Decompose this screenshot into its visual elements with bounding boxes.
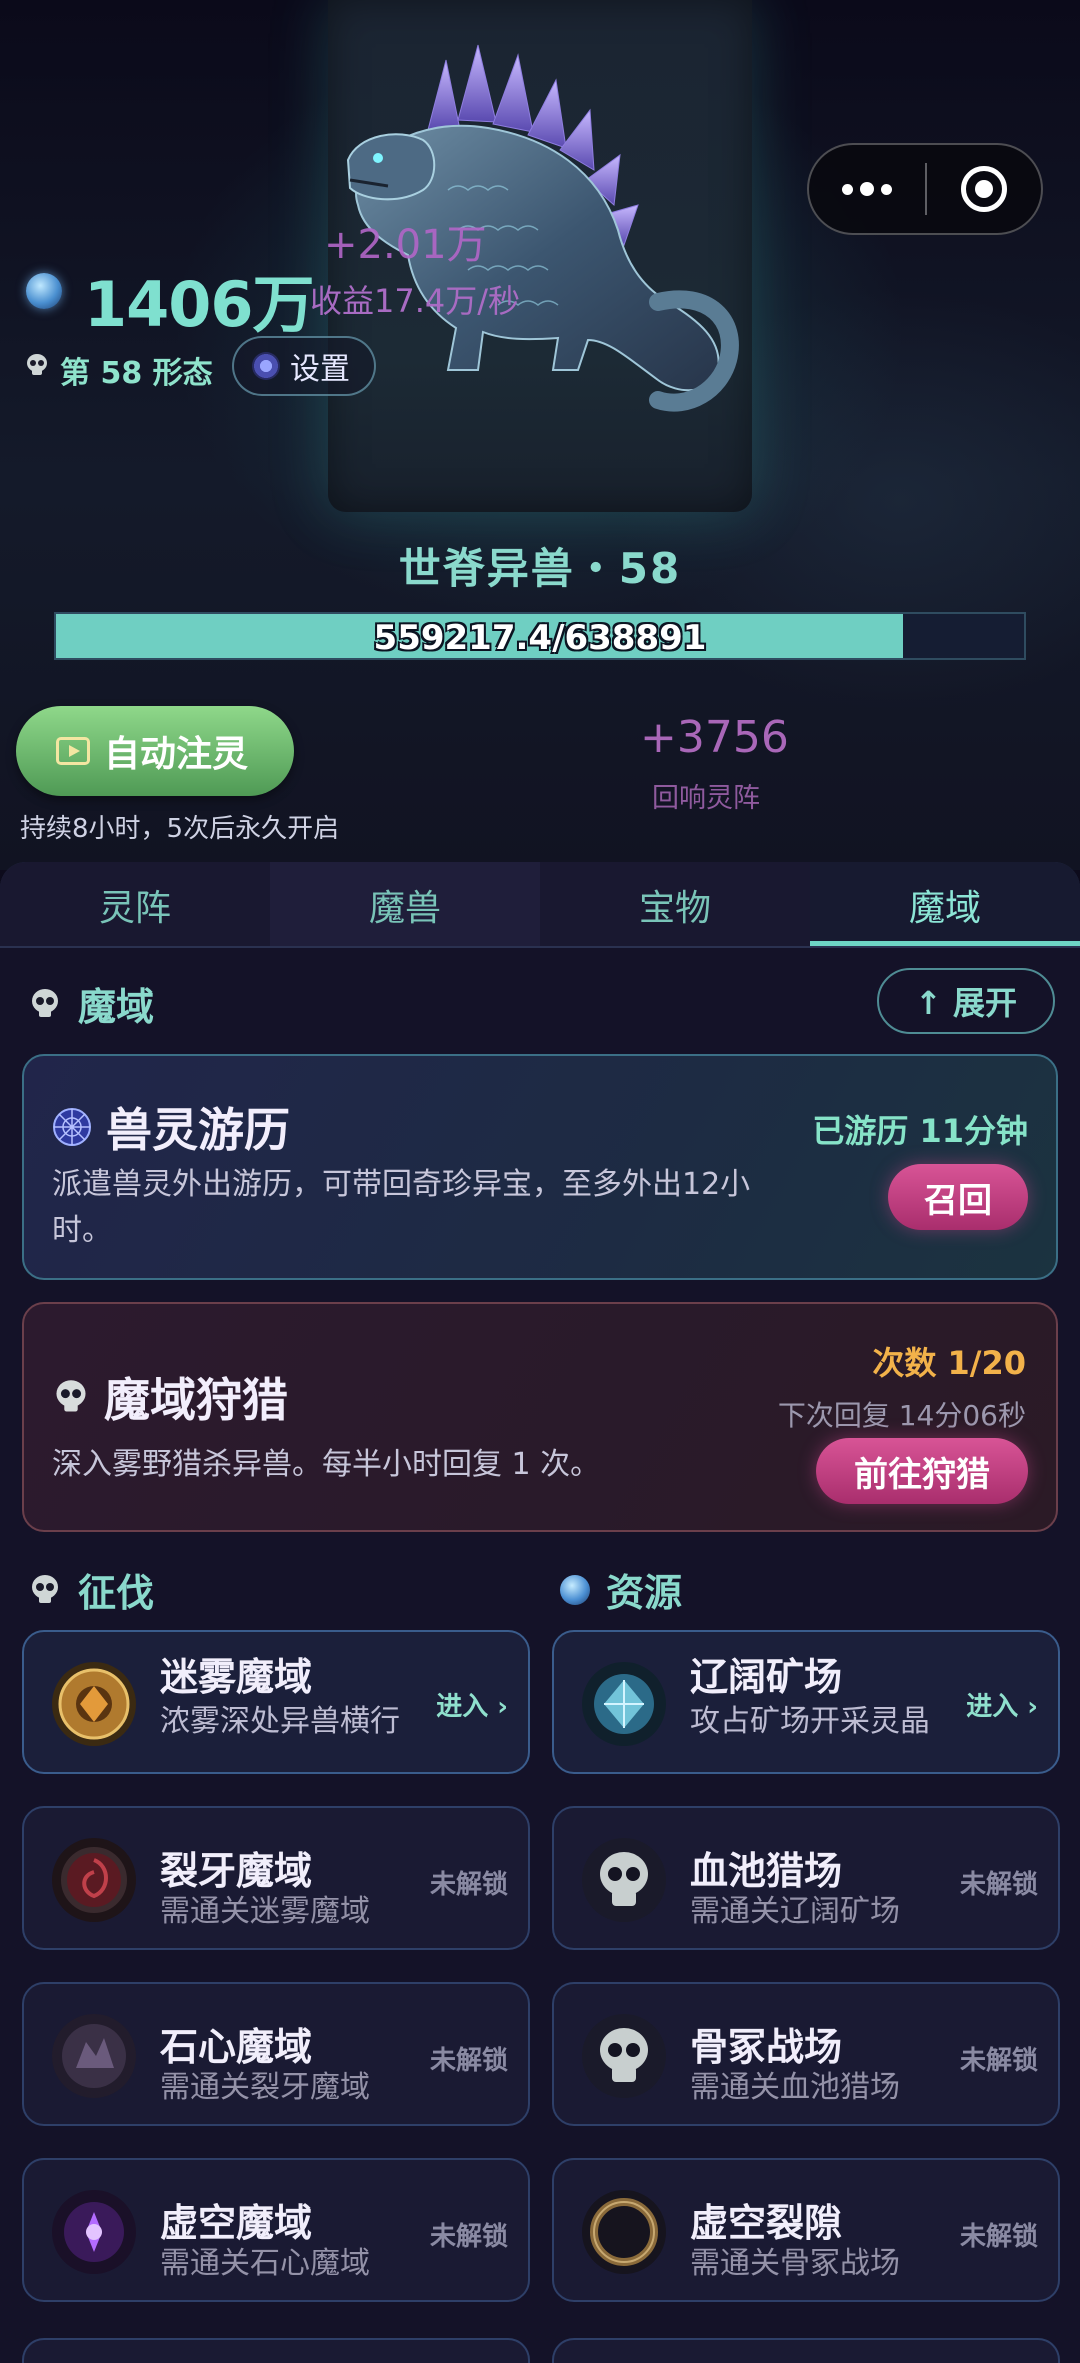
settings-gear-icon <box>252 352 280 380</box>
skull-icon <box>32 1574 58 1603</box>
crystal-mine-icon <box>582 1662 666 1746</box>
mini-program-capsule <box>807 143 1043 235</box>
realm-description: 需通关石心魔域 <box>160 2246 370 2281</box>
coin-amount: 1406万 <box>84 268 315 341</box>
resource-enter-link[interactable]: 进入 › <box>966 1686 1038 1723</box>
auto-infuse-button[interactable]: 自动注灵 <box>16 706 294 796</box>
section-title: 魔域 <box>78 985 155 1029</box>
travel-title-row: 兽灵游历 <box>52 1094 290 1160</box>
realm-card-stone[interactable]: 石心魔域 需通关裂牙魔域 未解锁 <box>22 1982 530 2126</box>
realm-description: 需通关骨冢战场 <box>690 2246 900 2281</box>
realm-name: 血池猎场 <box>690 1849 843 1893</box>
expand-button[interactable]: ↑ 展开 <box>877 968 1055 1034</box>
realm-card-peek <box>22 2338 530 2363</box>
target-icon <box>960 166 1007 212</box>
realm-locked-label: 未解锁 <box>429 2046 508 2076</box>
hunt-count: 次数 1/20 <box>872 1344 1026 1382</box>
realm-card-fang[interactable]: 裂牙魔域 需通关迷雾魔域 未解锁 <box>22 1806 530 1950</box>
travel-title: 兽灵游历 <box>106 1103 290 1157</box>
skull-icon <box>582 2014 666 2098</box>
realm-description: 攻占矿场开采灵晶 <box>690 1704 930 1739</box>
go-hunt-button[interactable]: 前往狩猎 <box>816 1438 1028 1504</box>
mist-realm-icon <box>52 1662 136 1746</box>
resonance-value: +3756 <box>640 712 789 763</box>
settings-label: 设置 <box>290 352 350 387</box>
realm-name: 裂牙魔域 <box>160 1849 313 1893</box>
tab-divider <box>0 946 1080 948</box>
resource-card-peek <box>552 2338 1060 2363</box>
fang-realm-icon <box>52 1838 136 1922</box>
tab-beasts[interactable]: 魔兽 <box>270 862 540 948</box>
skull-icon <box>27 354 47 375</box>
realm-card-void[interactable]: 虚空魔域 需通关石心魔域 未解锁 <box>22 2158 530 2302</box>
resource-locked-label: 未解锁 <box>959 2222 1038 2252</box>
stone-realm-icon <box>52 2014 136 2098</box>
auto-infuse-label: 自动注灵 <box>104 734 249 775</box>
tab-treasures[interactable]: 宝物 <box>540 862 810 948</box>
realm-name: 迷雾魔域 <box>160 1655 313 1699</box>
skull-icon <box>582 1838 666 1922</box>
web-orb-icon <box>53 1108 91 1146</box>
realm-description: 需通关血池猎场 <box>690 2070 900 2105</box>
resource-locked-label: 未解锁 <box>959 2046 1038 2076</box>
realm-description: 需通关辽阔矿场 <box>690 1894 900 1929</box>
void-realm-icon <box>52 2190 136 2274</box>
realm-description: 需通关迷雾魔域 <box>160 1894 370 1929</box>
resource-card-mine[interactable]: 辽阔矿场 攻占矿场开采灵晶 进入 › <box>552 1630 1060 1774</box>
realm-name: 虚空魔域 <box>160 2201 313 2245</box>
tab-demon-realm[interactable]: 魔域 <box>810 862 1080 948</box>
play-video-icon <box>56 737 90 765</box>
tab-spirit-array[interactable]: 灵阵 <box>0 862 270 948</box>
more-menu-button[interactable] <box>809 145 925 233</box>
skull-icon <box>56 1380 86 1412</box>
tab-bar: 灵阵 魔兽 宝物 魔域 <box>0 862 1080 948</box>
resource-card-blood-pool[interactable]: 血池猎场 需通关辽阔矿场 未解锁 <box>552 1806 1060 1950</box>
spirit-crystal-icon <box>560 1574 590 1605</box>
realm-name: 骨冢战场 <box>690 2025 843 2069</box>
hunt-regen-timer: 下次回复 14分06秒 <box>777 1399 1026 1432</box>
realm-description: 需通关裂牙魔域 <box>160 2070 370 2105</box>
realm-name: 石心魔域 <box>160 2025 313 2069</box>
conquest-title: 征伐 <box>78 1571 155 1615</box>
floating-gain: +2.01万 <box>324 222 487 268</box>
income-rate: 收益17.4万/秒 <box>310 282 521 320</box>
close-program-button[interactable] <box>927 145 1041 233</box>
realm-hunt-card: 魔域狩猎 深入雾野猎杀异兽。每半小时回复 1 次。 次数 1/20 下次回复 1… <box>22 1302 1058 1532</box>
realm-name: 虚空裂隙 <box>690 2201 843 2245</box>
settings-button[interactable]: 设置 <box>232 336 376 396</box>
spirit-travel-card: 兽灵游历 派遣兽灵外出游历，可带回奇珍异宝，至多外出12小时。 已游历 11分钟… <box>22 1054 1058 1280</box>
exp-progress-bar: 559217.4/638891 <box>54 612 1026 660</box>
resonance-label: 回响灵阵 <box>652 783 760 814</box>
resource-card-bone-field[interactable]: 骨冢战场 需通关血池猎场 未解锁 <box>552 1982 1060 2126</box>
section-header-resources: 资源 <box>560 1562 682 1617</box>
section-header-realm: 魔域 <box>28 976 154 1031</box>
realm-locked-label: 未解锁 <box>429 1870 508 1900</box>
resource-locked-label: 未解锁 <box>959 1870 1038 1900</box>
hunt-description: 深入雾野猎杀异兽。每半小时回复 1 次。 <box>52 1447 601 1482</box>
realm-name: 辽阔矿场 <box>690 1655 843 1699</box>
skull-icon <box>32 988 58 1017</box>
hunt-title-row: 魔域狩猎 <box>52 1364 288 1430</box>
hunt-title: 魔域狩猎 <box>104 1373 288 1427</box>
travel-description: 派遣兽灵外出游历，可带回奇珍异宝，至多外出12小时。 <box>52 1167 751 1248</box>
resource-card-void-rift[interactable]: 虚空裂隙 需通关骨冢战场 未解锁 <box>552 2158 1060 2302</box>
form-level: 第 58 形态 <box>60 356 213 391</box>
beast-name: 世脊异兽・58 <box>398 544 682 593</box>
spirit-crystal-icon <box>26 273 62 309</box>
void-ring-icon <box>582 2190 666 2274</box>
auto-infuse-note: 持续8小时，5次后永久开启 <box>20 814 340 844</box>
travel-status: 已游历 11分钟 <box>812 1112 1028 1150</box>
exp-text: 559217.4/638891 <box>373 618 707 658</box>
realm-locked-label: 未解锁 <box>429 2222 508 2252</box>
resources-title: 资源 <box>606 1571 683 1615</box>
realm-card-mist[interactable]: 迷雾魔域 浓雾深处异兽横行 进入 › <box>22 1630 530 1774</box>
realm-enter-link[interactable]: 进入 › <box>436 1686 508 1723</box>
recall-button[interactable]: 召回 <box>888 1164 1028 1230</box>
realm-description: 浓雾深处异兽横行 <box>160 1704 400 1739</box>
section-header-conquest: 征伐 <box>28 1562 154 1617</box>
